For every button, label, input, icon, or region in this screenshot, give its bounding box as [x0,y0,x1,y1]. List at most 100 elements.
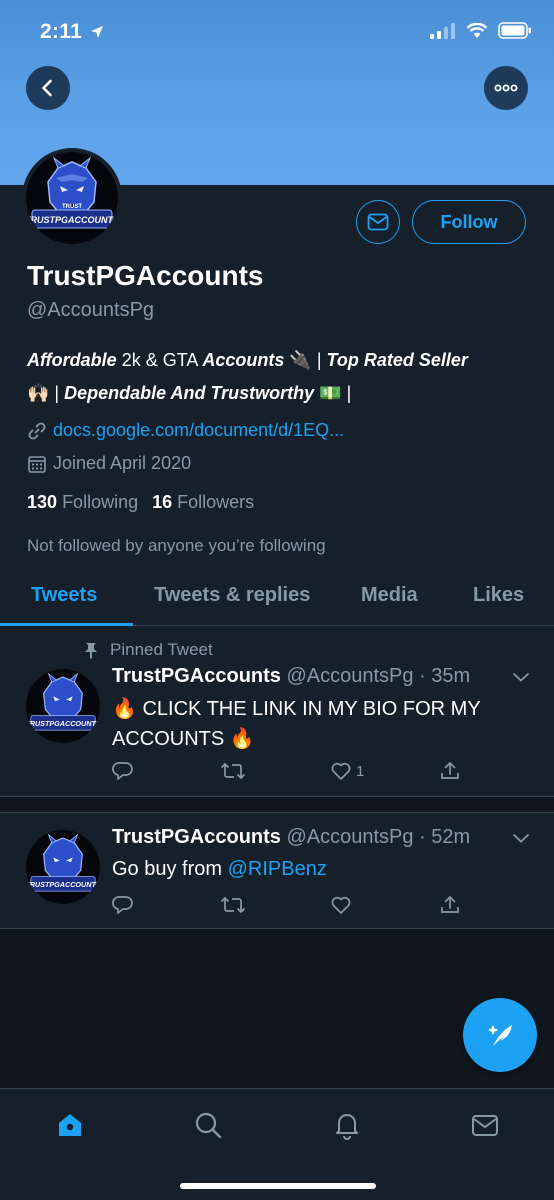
bio-part: Affordable [27,350,117,370]
tweet-mention-link[interactable]: @RIPBenz [228,858,327,880]
reply-icon [112,762,133,780]
profile-counts: 130 Following 16 Followers [27,492,254,513]
pinned-tweet-label: Pinned Tweet [82,640,213,660]
reply-button[interactable] [112,894,134,916]
like-icon [331,896,351,914]
tab-tweets-replies[interactable]: Tweets & replies [154,584,310,607]
bio-part: | [49,383,65,403]
bio-part: | [311,350,327,370]
tweet-avatar[interactable]: TRUSTPGACCOUNTS [26,669,100,743]
back-icon [42,79,52,97]
more-options-button[interactable] [484,66,528,110]
followers-link[interactable]: 16 Followers [152,492,254,513]
raised-hands-emoji: 🙌🏻 [27,383,50,404]
nav-home[interactable] [50,1107,90,1143]
retweet-button[interactable] [220,760,246,782]
fire-emoji: 🔥 [112,696,137,720]
message-button[interactable] [356,200,400,244]
retweet-button[interactable] [220,894,246,916]
retweet-icon [220,896,246,914]
notifications-icon [336,1114,358,1140]
like-button[interactable]: 1 [330,760,364,782]
status-time: 2:11 [40,20,104,44]
nav-messages[interactable] [465,1107,505,1143]
tweet-divider [0,796,554,813]
tab-media[interactable]: Media [361,584,418,607]
nav-notifications[interactable] [327,1107,367,1143]
status-bar: 2:11 [0,0,554,60]
profile-avatar[interactable]: TRUST TRUSTPGACCOUNTS [22,148,122,248]
fire-emoji: 🔥 [229,726,255,750]
tweet-author-handle: @AccountsPg [286,826,414,848]
reply-button[interactable] [112,760,134,782]
search-icon [195,1112,222,1139]
like-button[interactable] [330,894,352,916]
tweet-header: TrustPGAccounts @AccountsPg · 52m [112,826,470,849]
caret-down-icon[interactable] [512,832,530,844]
share-button[interactable] [439,894,461,916]
tweet-avatar[interactable]: TRUSTPGACCOUNTS [26,830,100,904]
home-icon [59,1114,81,1136]
bio-part: Top Rated Seller [326,350,468,370]
tab-tweets[interactable]: Tweets [31,584,97,607]
profile-bio: Affordable 2k & GTA Accounts 🔌 | Top Rat… [27,344,527,410]
pinned-tweet-text: Pinned Tweet [110,640,213,659]
messages-icon [472,1115,498,1136]
more-icon [494,84,518,92]
followers-count: 16 [152,492,173,512]
status-time-text: 2:11 [40,20,83,43]
profile-link[interactable]: docs.google.com/document/d/1EQ... [27,420,344,441]
link-icon [28,422,46,439]
battery-icon [498,22,531,39]
profile-joined-text: Joined April 2020 [53,453,192,473]
signal-icon [430,22,455,39]
like-count: 1 [356,762,365,780]
bio-part: Dependable And Trustworthy [64,383,315,403]
empty-feed-area [0,928,554,1088]
tweet-text: 🔥 CLICK THE LINK IN MY BIO FOR MY ACCOUN… [112,694,532,754]
wolf-logo-icon: TRUSTPGACCOUNTS [26,833,100,892]
share-icon [441,761,459,779]
caret-down-icon[interactable] [512,671,530,683]
share-icon [441,895,459,913]
location-icon [91,26,104,39]
wolf-logo-icon: TRUST TRUSTPGACCOUNTS [26,156,118,229]
status-icons [430,22,532,39]
avatar-text-top: TRUST [62,204,82,210]
tweet-actions: 1 [112,760,472,786]
share-button[interactable] [439,760,461,782]
followers-label: Followers [177,492,255,512]
nav-search[interactable] [188,1107,228,1143]
tweet-text: Go buy from @RIPBenz [112,855,532,884]
following-label: Following [62,492,139,512]
follow-button[interactable]: Follow [412,200,526,244]
tweet-actions [112,894,472,920]
home-indicator [180,1183,376,1189]
tweet-author-name[interactable]: TrustPGAccounts [112,826,281,848]
avatar-text-main: TRUSTPGACCOUNTS [26,215,118,225]
reply-icon [112,896,133,914]
bio-part: Accounts [202,350,285,370]
following-count: 130 [27,492,58,512]
avatar-text-main: TRUSTPGACCOUNTS [26,880,100,889]
tweet-time: · 35m [419,665,471,687]
tweet-author-name[interactable]: TrustPGAccounts [112,665,281,687]
mail-icon [367,213,389,231]
avatar-logo: TRUST TRUSTPGACCOUNTS [26,152,118,244]
bio-part: 2k & GTA [116,350,203,370]
retweet-icon [220,762,246,780]
profile-tabs: Tweets Tweets & replies Media Likes [0,570,554,626]
back-button[interactable] [26,66,70,110]
profile-display-name: TrustPGAccounts [27,260,264,291]
avatar-text-main: TRUSTPGACCOUNTS [26,719,100,728]
money-emoji: 💵 [319,383,342,404]
tweet-text-body: Go buy from [112,858,228,880]
tweet-time: · 52m [419,826,471,848]
tab-likes[interactable]: Likes [473,584,524,607]
following-link[interactable]: 130 Following [27,492,138,513]
active-tab-indicator [0,623,133,626]
compose-tweet-button[interactable] [463,998,537,1072]
profile-link-text[interactable]: docs.google.com/document/d/1EQ... [53,420,344,441]
like-icon [331,762,351,780]
tweet-header: TrustPGAccounts @AccountsPg · 35m [112,665,470,688]
